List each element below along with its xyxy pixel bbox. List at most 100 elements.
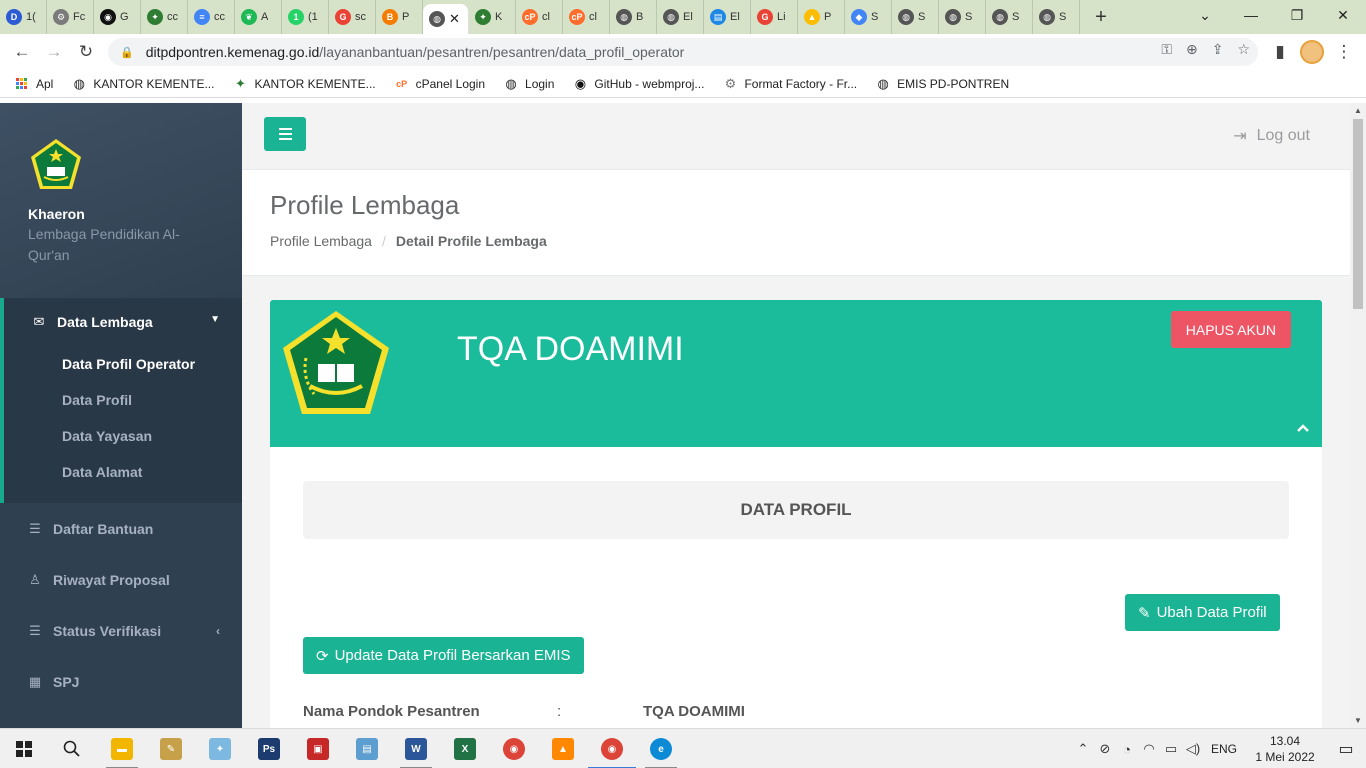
update-from-emis-label: Update Data Profil Bersarkan EMIS	[334, 647, 571, 664]
taskbar-app-2[interactable]: ✎	[147, 729, 195, 768]
scroll-up-icon[interactable]: ▲	[1354, 106, 1362, 115]
field-value: TQA DOAMIMI	[643, 703, 745, 720]
back-button[interactable]: ←	[6, 36, 38, 68]
taskbar-chrome-profile[interactable]: ◉	[588, 729, 636, 768]
forward-button[interactable]: →	[38, 36, 70, 68]
taskbar-excel[interactable]: X	[441, 729, 489, 768]
browser-tab[interactable]: cP cl	[516, 0, 563, 34]
language-indicator[interactable]: ENG	[1204, 742, 1244, 756]
browser-tab[interactable]: ❦ A	[235, 0, 282, 34]
logout-link[interactable]: ⇥ Log out	[1233, 126, 1310, 146]
notification-icon[interactable]: ▭	[1326, 739, 1366, 759]
page-scrollbar[interactable]: ▲ ▼	[1350, 103, 1366, 728]
browser-tab[interactable]: 1 (1	[282, 0, 329, 34]
sidebar-menu-item[interactable]: ☰ Status Verifikasi ‹	[0, 605, 242, 656]
taskbar-notepad[interactable]: ▤	[343, 729, 391, 768]
browser-tab[interactable]: ⚙ Fc	[47, 0, 94, 34]
bookmark-item[interactable]: Apl	[14, 76, 53, 92]
bookmark-item[interactable]: ◉ GitHub - webmproj...	[572, 76, 705, 92]
url-field[interactable]: 🔒 ditpdpontren.kemenag.go.id/layananbant…	[108, 38, 1258, 66]
browser-tab[interactable]: ◍ B	[610, 0, 657, 34]
taskbar-vlc[interactable]: ▲	[539, 729, 587, 768]
new-tab-button[interactable]: +	[1086, 6, 1116, 29]
browser-tab[interactable]: D 1(	[0, 0, 47, 34]
bookmark-star-icon[interactable]: ☆	[1237, 41, 1250, 58]
globe-icon: ◍	[1039, 9, 1055, 25]
browser-tab[interactable]: ◍ S	[939, 0, 986, 34]
logout-label: Log out	[1256, 127, 1310, 144]
key-icon[interactable]: ⚿	[1161, 41, 1172, 58]
breadcrumb-root[interactable]: Profile Lembaga	[270, 233, 372, 249]
submenu-item[interactable]: Data Profil	[62, 382, 242, 418]
bookmark-item[interactable]: ◍ KANTOR KEMENTE...	[71, 76, 215, 92]
side-panel-icon[interactable]: ▮	[1264, 36, 1296, 68]
battery-icon[interactable]: ▭	[1160, 741, 1182, 757]
scroll-down-icon[interactable]: ▼	[1354, 716, 1362, 725]
taskbar-paint[interactable]: ✦	[196, 729, 244, 768]
scrollbar-thumb[interactable]	[1353, 119, 1363, 309]
menu-data-lembaga[interactable]: ✉ Data Lembaga ▼	[4, 298, 242, 346]
taskbar-edge[interactable]: e	[637, 729, 685, 768]
browser-tab[interactable]: ▲ P	[798, 0, 845, 34]
reload-button[interactable]: ↻	[70, 36, 102, 68]
taskbar-word[interactable]: W	[392, 729, 440, 768]
browser-tab[interactable]: BP	[376, 0, 423, 34]
browser-tab-strip: D 1(⚙ Fc ◉ G ✦ cc ≡ cc ❦ A 1 (1 Gsc B P ◍ ✕ ✦ KcP cl cP cl ◍ B ◍ E…	[0, 0, 1366, 34]
bookmark-item[interactable]: ◍ EMIS PD-PONTREN	[875, 76, 1009, 92]
start-button[interactable]	[0, 729, 48, 768]
browser-tab[interactable]: G Li	[751, 0, 798, 34]
tab-title: 1(	[26, 11, 36, 23]
close-window-button[interactable]: ✕	[1320, 0, 1366, 30]
browser-tab[interactable]: ▤ El	[704, 0, 751, 34]
submenu-item[interactable]: Data Alamat	[62, 454, 242, 490]
network-icon[interactable]: ⊘	[1094, 741, 1116, 757]
submenu-item[interactable]: Data Yayasan	[62, 418, 242, 454]
browser-tab[interactable]: ✦ K	[469, 0, 516, 34]
minimize-button[interactable]: —	[1228, 0, 1274, 30]
menu-toggle-button[interactable]	[264, 117, 306, 151]
bookmark-item[interactable]: ✦ KANTOR KEMENTE...	[232, 76, 376, 92]
sidebar-menu-item[interactable]: ☰ Daftar Bantuan	[0, 503, 242, 554]
maximize-button[interactable]: ❐	[1274, 0, 1320, 30]
search-button[interactable]	[48, 729, 96, 768]
browser-tab[interactable]: ◆ S	[845, 0, 892, 34]
browser-tab[interactable]: ◍ S	[1033, 0, 1080, 34]
meet-icon[interactable]: ◔	[1116, 742, 1138, 757]
browser-menu-icon[interactable]: ⋮	[1328, 36, 1360, 68]
browser-tab[interactable]: cP cl	[563, 0, 610, 34]
browser-tab[interactable]: Gsc	[329, 0, 376, 34]
chevron-up-icon[interactable]	[1296, 421, 1310, 435]
submenu-item[interactable]: Data Profil Operator	[62, 346, 242, 382]
taskbar-pdf[interactable]: ▣	[294, 729, 342, 768]
browser-tab[interactable]: ✦ cc	[141, 0, 188, 34]
taskbar-file-explorer[interactable]: ▬	[98, 729, 146, 768]
browser-tab[interactable]: ◍ S	[986, 0, 1033, 34]
zoom-icon[interactable]: ⊕	[1186, 41, 1198, 58]
close-tab-icon[interactable]: ✕	[449, 11, 460, 27]
chevron-up-icon[interactable]: ⌃	[1072, 741, 1094, 757]
tab-title: Fc	[73, 11, 86, 23]
browser-tab[interactable]: ◍ El	[657, 0, 704, 34]
taskbar-photoshop[interactable]: Ps	[245, 729, 293, 768]
bookmark-item[interactable]: cP cPanel Login	[394, 76, 485, 92]
sidebar-menu-item[interactable]: ♙ Riwayat Proposal	[0, 554, 242, 605]
browser-tab[interactable]: ◉ G	[94, 0, 141, 34]
paint-icon: ✦	[209, 738, 231, 760]
update-from-emis-button[interactable]: ⟳ Update Data Profil Bersarkan EMIS	[303, 637, 584, 674]
share-icon[interactable]: ⇪	[1212, 41, 1224, 58]
profile-avatar[interactable]	[1300, 40, 1324, 64]
wifi-icon[interactable]: ◠	[1138, 741, 1160, 757]
volume-icon[interactable]: ◁)	[1182, 741, 1204, 757]
taskbar-chrome[interactable]: ◉	[490, 729, 538, 768]
delete-account-button[interactable]: HAPUS AKUN	[1170, 311, 1291, 348]
sidebar-menu-item[interactable]: ▦ SPJ	[0, 656, 242, 707]
bookmark-item[interactable]: ⚙ Format Factory - Fr...	[722, 76, 858, 92]
browser-tab[interactable]: ◍ ✕	[423, 4, 469, 34]
bookmark-item[interactable]: ◍ Login	[503, 76, 554, 92]
edit-profile-button[interactable]: ✎ Ubah Data Profil	[1125, 594, 1280, 631]
browser-tab[interactable]: ≡ cc	[188, 0, 235, 34]
tab-search-icon[interactable]: ⌄	[1182, 0, 1228, 30]
browser-tab[interactable]: ◍ S	[892, 0, 939, 34]
tab-title: (1	[308, 11, 318, 23]
clock[interactable]: 13.04 1 Mei 2022	[1244, 733, 1326, 765]
